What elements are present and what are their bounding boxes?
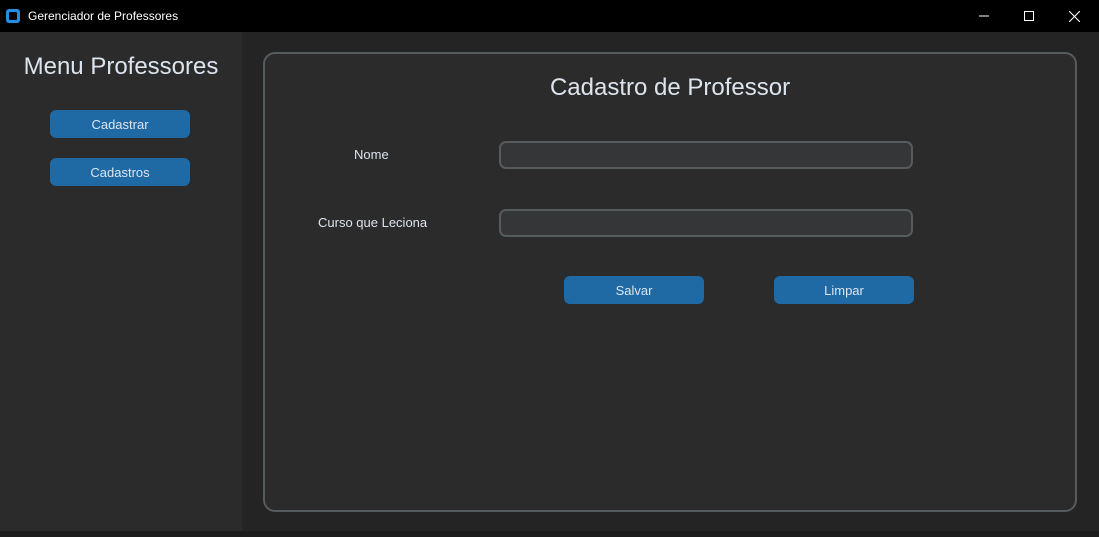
app-icon	[6, 9, 20, 23]
curso-input[interactable]	[499, 209, 913, 237]
maximize-icon	[1024, 11, 1034, 21]
save-button[interactable]: Salvar	[564, 276, 704, 304]
form-title: Cadastro de Professor	[549, 74, 791, 101]
title-bar[interactable]: Gerenciador de Professores	[0, 0, 1099, 32]
clear-button[interactable]: Limpar	[774, 276, 914, 304]
minimize-icon	[979, 15, 989, 17]
maximize-button[interactable]	[1006, 0, 1052, 32]
window-bottom-edge	[0, 531, 1099, 537]
app-window: Gerenciador de Professores Menu Professo…	[0, 0, 1099, 537]
sidebar-title: Menu Professores	[23, 53, 219, 80]
curso-label: Curso que Leciona	[318, 215, 428, 230]
window-title: Gerenciador de Professores	[28, 9, 179, 23]
close-icon	[1068, 10, 1080, 22]
cadastros-button[interactable]: Cadastros	[50, 158, 190, 186]
close-button[interactable]	[1051, 0, 1097, 32]
minimize-button[interactable]	[961, 0, 1007, 32]
sidebar: Menu Professores Cadastrar Cadastros	[0, 32, 242, 531]
nome-input[interactable]	[499, 141, 913, 169]
cadastrar-button[interactable]: Cadastrar	[50, 110, 190, 138]
nome-label: Nome	[354, 147, 389, 162]
form-frame: Cadastro de Professor Nome Curso que Lec…	[263, 52, 1077, 512]
